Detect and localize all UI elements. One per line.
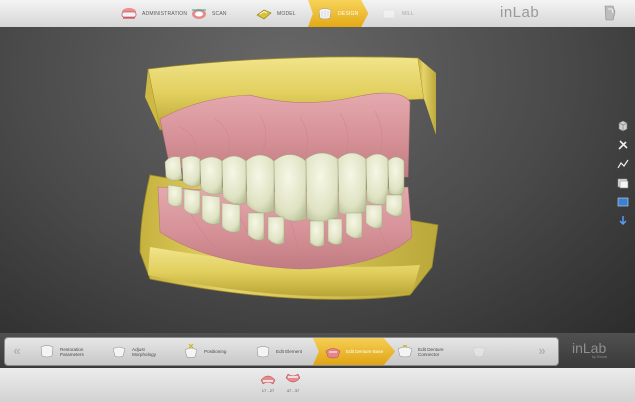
step-label: Edit Denture Base	[346, 349, 384, 354]
inlab-brand: inLab	[572, 340, 607, 356]
step-edit-denture-connector[interactable]: Edit Denture Connector	[395, 338, 444, 365]
edit-denture-connector-icon	[397, 345, 413, 358]
phase-model[interactable]: MODEL	[255, 0, 296, 27]
download-icon[interactable]	[616, 214, 630, 228]
denture-model[interactable]	[0, 27, 635, 333]
save-icon[interactable]	[603, 4, 617, 22]
jaw-upper[interactable]: 17 - 27	[257, 370, 279, 393]
jaw-label: 47 - 37	[286, 388, 300, 393]
jaw-selector-bar: 17 - 27 47 - 37	[0, 368, 635, 402]
mill-icon	[382, 9, 396, 18]
phase-scan[interactable]: SCAN	[190, 0, 227, 27]
upper-jaw-icon	[260, 375, 276, 385]
restoration-parameters-icon	[40, 345, 54, 358]
phase-bar: ADMINISTRATION SCAN MODEL DESIGN MILL in…	[0, 0, 635, 28]
objects-icon[interactable]	[616, 176, 630, 190]
phase-administration[interactable]: ADMINISTRATION	[120, 0, 187, 27]
view-toolbar	[613, 119, 633, 228]
analysis-icon[interactable]	[616, 157, 630, 171]
step-label: Restoration Parameters	[60, 346, 84, 357]
step-label: Edit Element	[276, 349, 303, 354]
lower-jaw-icon	[285, 373, 301, 383]
phase-label: ADMINISTRATION	[142, 10, 188, 17]
double-chevron-left-icon[interactable]: «	[8, 343, 26, 359]
design-step-bar: « Restoration Parameters Adjust Morpholo…	[0, 333, 635, 368]
step-edit-element[interactable]: Edit Element	[253, 338, 302, 365]
step-adjust-morphology[interactable]: Adjust Morphology	[109, 338, 156, 365]
edit-denture-base-icon	[325, 348, 341, 359]
tools-icon[interactable]	[616, 138, 630, 152]
inlab-logo: inLab	[500, 4, 540, 21]
adjust-morphology-icon	[112, 346, 126, 358]
brand-subtitle: by Sirona	[592, 355, 607, 359]
step-edit-denture-base[interactable]: Edit Denture Base	[313, 338, 396, 365]
screenshot-icon[interactable]	[616, 195, 630, 209]
phase-label: DESIGN	[338, 10, 359, 17]
step-label: Edit Denture Connector	[418, 346, 444, 357]
positioning-icon	[184, 343, 198, 358]
edit-element-icon	[256, 346, 270, 358]
step-restoration-parameters[interactable]: Restoration Parameters	[37, 338, 84, 365]
phase-label: MODEL	[277, 10, 296, 17]
design-icon	[318, 7, 332, 19]
next-step-icon	[472, 346, 486, 358]
jaw-lower[interactable]: 47 - 37	[282, 370, 304, 393]
view-cube-icon[interactable]	[616, 119, 630, 133]
phase-label: SCAN	[212, 10, 227, 17]
step-label: Positioning	[204, 349, 227, 354]
step-positioning[interactable]: Positioning	[181, 338, 226, 365]
step-label: Adjust Morphology	[132, 346, 157, 357]
3d-viewport[interactable]	[0, 27, 635, 333]
phase-label: MILL	[402, 10, 414, 17]
step-list: « Restoration Parameters Adjust Morpholo…	[4, 337, 559, 366]
step-next	[469, 338, 492, 365]
jaw-label: 17 - 27	[261, 388, 275, 393]
phase-mill: MILL	[380, 0, 414, 27]
administration-icon	[121, 7, 137, 19]
phase-design[interactable]: DESIGN	[308, 0, 369, 27]
scan-icon	[192, 8, 206, 19]
model-icon	[256, 9, 272, 19]
double-chevron-right-icon[interactable]: »	[533, 343, 551, 359]
